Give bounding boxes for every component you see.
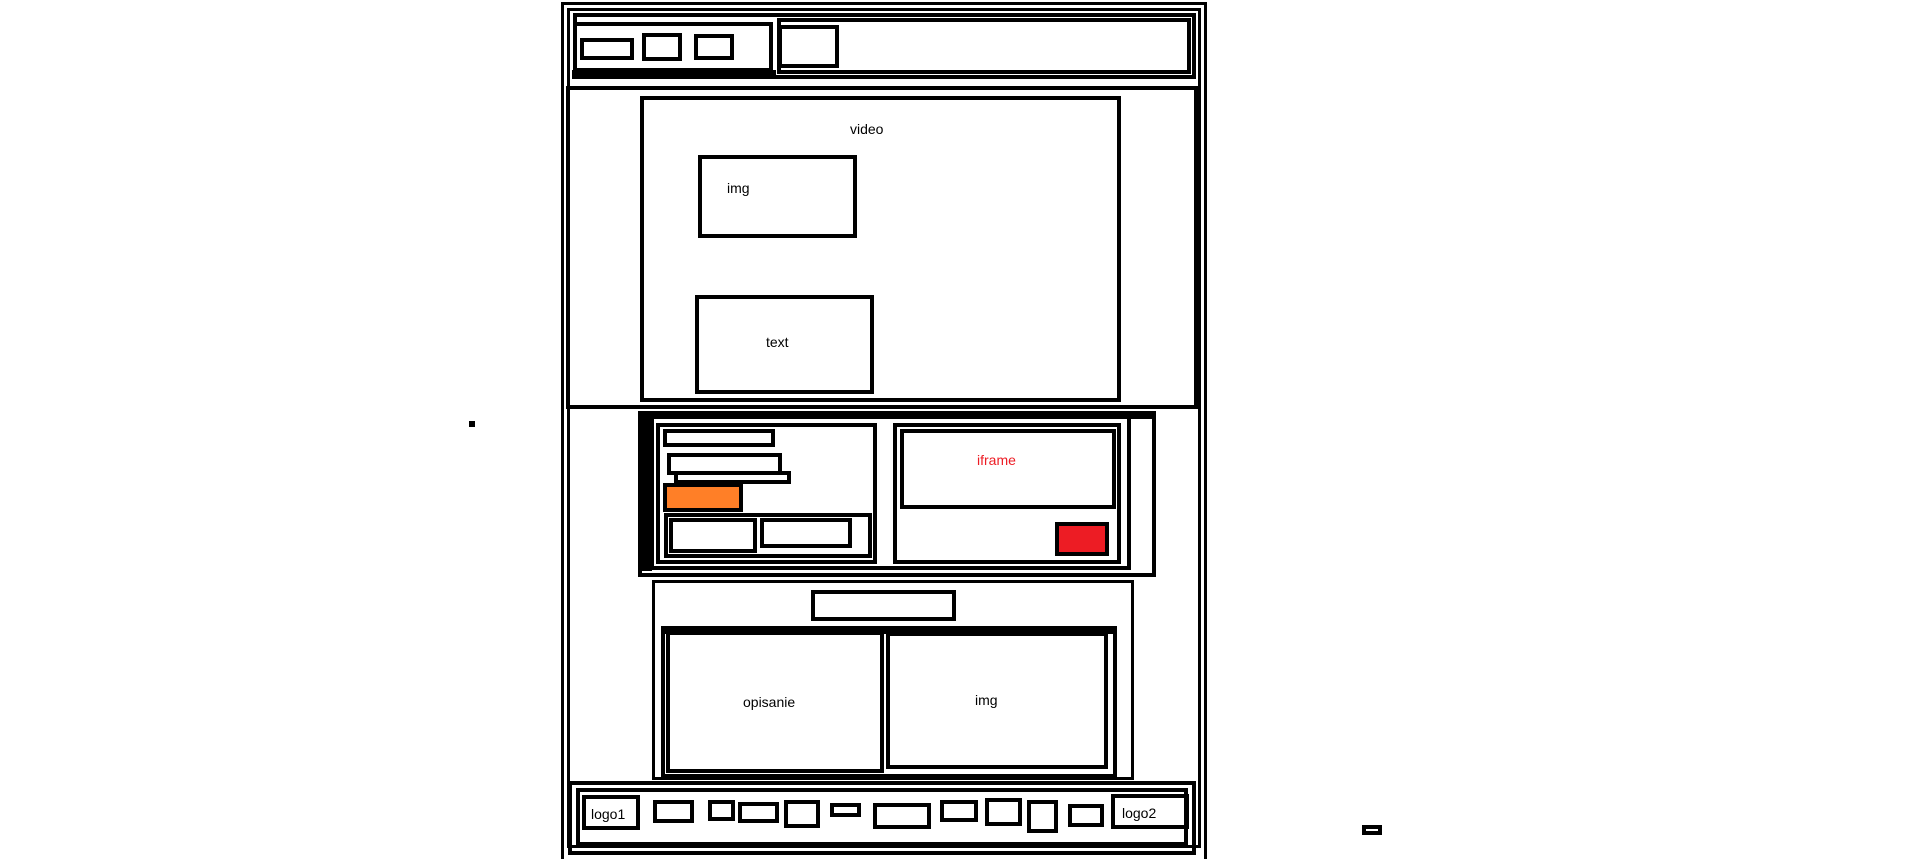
nav-button-1[interactable] [580, 38, 634, 60]
iframe-box[interactable] [900, 429, 1116, 509]
form-button-left[interactable] [669, 518, 757, 553]
red-button[interactable] [1055, 522, 1109, 556]
form-button-right[interactable] [760, 518, 852, 548]
hero-img-label: img [727, 180, 750, 196]
nav-button-2[interactable] [642, 33, 682, 61]
header-inner [777, 18, 1191, 74]
footer-link-4[interactable] [784, 800, 820, 828]
lower-img-label: img [975, 692, 998, 708]
header-logo-box[interactable] [778, 25, 839, 68]
footer-link-5[interactable] [830, 803, 861, 817]
orange-button[interactable] [663, 483, 743, 512]
footer-link-2[interactable] [708, 800, 735, 821]
footer-link-3[interactable] [738, 802, 779, 823]
lower-title-box [811, 590, 956, 621]
opisanie-label: opisanie [743, 694, 796, 710]
stray-dot [469, 421, 475, 427]
footer-link-9[interactable] [1027, 800, 1058, 833]
iframe-label: iframe [977, 452, 1016, 468]
hero-text-label: text [766, 334, 789, 350]
video-label: video [850, 121, 884, 137]
logo1-label: logo1 [591, 806, 626, 822]
footer-link-6[interactable] [873, 803, 931, 829]
footer-link-1[interactable] [653, 800, 694, 823]
form-field-1[interactable] [663, 429, 775, 447]
footer-link-10[interactable] [1068, 804, 1104, 827]
stray-dash-mark-inner [1366, 829, 1378, 831]
footer-link-8[interactable] [985, 798, 1022, 826]
nav-button-3[interactable] [694, 34, 734, 60]
footer-link-7[interactable] [940, 800, 978, 822]
logo2-label: logo2 [1122, 805, 1157, 821]
hero-img-box [698, 155, 857, 238]
